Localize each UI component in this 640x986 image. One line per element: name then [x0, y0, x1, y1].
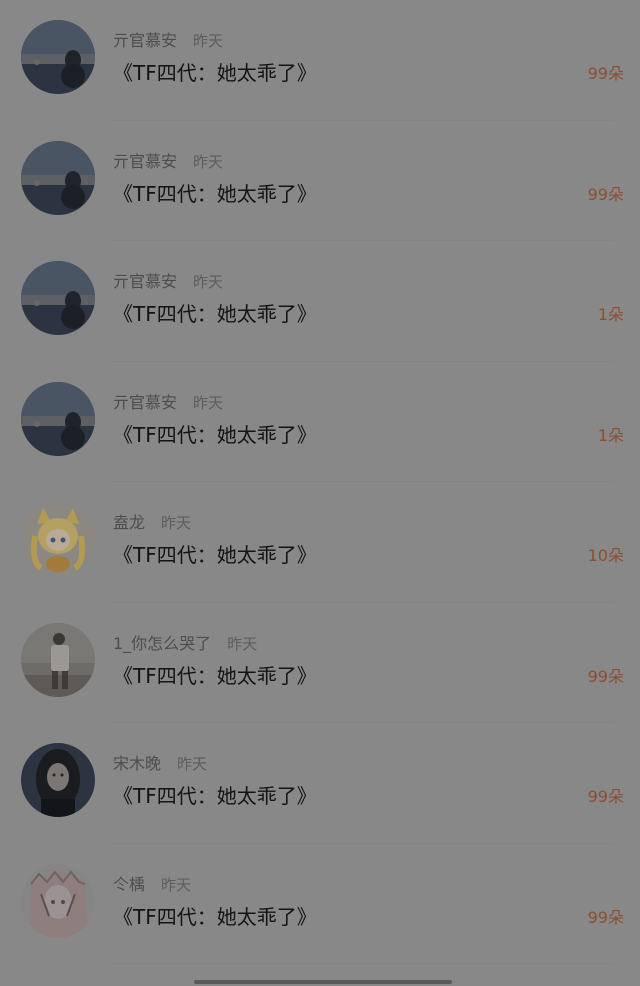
book-title[interactable]: 《TF四代：她太乖了》 — [113, 662, 317, 690]
sender-name[interactable]: 仒楀 — [113, 875, 145, 894]
book-title[interactable]: 《TF四代：她太乖了》 — [113, 782, 317, 810]
book-title[interactable]: 《TF四代：她太乖了》 — [113, 300, 317, 328]
avatar[interactable] — [21, 622, 95, 697]
timestamp: 昨天 — [193, 273, 224, 291]
flower-count: 10朵 — [587, 546, 624, 565]
flower-count: 99朵 — [587, 64, 624, 83]
sender-name[interactable]: 亓官慕安 — [113, 31, 177, 50]
book-title[interactable]: 《TF四代：她太乖了》 — [113, 180, 317, 208]
timestamp: 昨天 — [161, 514, 192, 532]
sender-name[interactable]: 盍龙 — [113, 513, 145, 532]
book-title[interactable]: 《TF四代：她太乖了》 — [113, 903, 317, 931]
sender-meta: 亓官慕安 昨天 — [113, 271, 223, 293]
avatar[interactable] — [21, 261, 95, 335]
avatar[interactable] — [21, 863, 95, 938]
list-item[interactable]: 1_你怎么哭了 昨天《TF四代：她太乖了》 99朵 — [0, 603, 640, 724]
avatar[interactable] — [21, 502, 95, 576]
sender-name[interactable]: 1_你怎么哭了 — [113, 634, 211, 653]
timestamp: 昨天 — [227, 634, 258, 653]
list-item[interactable]: 宋木晚 昨天《TF四代：她太乖了》 99朵 — [0, 723, 640, 844]
timestamp: 昨天 — [161, 875, 192, 894]
list-item[interactable]: 盍龙 昨天《TF四代：她太乖了》 10朵 — [0, 482, 640, 603]
timestamp: 昨天 — [177, 755, 208, 773]
flower-count: 99朵 — [587, 907, 624, 927]
flower-count: 1朵 — [597, 425, 624, 445]
book-title[interactable]: 《TF四代：她太乖了》 — [113, 541, 317, 569]
avatar[interactable] — [21, 743, 95, 817]
flower-count: 99朵 — [587, 184, 624, 204]
book-title[interactable]: 《TF四代：她太乖了》 — [113, 59, 317, 87]
home-indicator — [194, 980, 452, 984]
sender-name[interactable]: 宋木晚 — [113, 754, 161, 773]
list-item[interactable]: 亓官慕安 昨天《TF四代：她太乖了》 99朵 — [0, 0, 640, 121]
sender-meta: 盍龙 昨天 — [113, 512, 191, 534]
flower-count: 1朵 — [597, 305, 624, 324]
sender-meta: 宋木晚 昨天 — [113, 753, 207, 775]
book-title[interactable]: 《TF四代：她太乖了》 — [113, 421, 317, 449]
list-item[interactable]: 亓官慕安 昨天《TF四代：她太乖了》 99朵 — [0, 121, 640, 242]
gift-record-list: 亓官慕安 昨天 《TF四代：她太乖了》 99朵 亓官慕安 昨天 《TF四代：她太乖了》 99朵… — [0, 0, 640, 964]
list-item[interactable]: 亓官慕安 昨天《TF四代：她太乖了》 1朵 — [0, 241, 640, 362]
sender-name[interactable]: 亓官慕安 — [113, 393, 177, 412]
flower-count: 99朵 — [587, 666, 624, 686]
timestamp: 昨天 — [193, 32, 224, 50]
list-item[interactable]: 仒楀 昨天《TF四代：她太乖了》 99朵 — [0, 844, 640, 965]
timestamp: 昨天 — [193, 393, 224, 412]
flower-count: 99朵 — [587, 787, 624, 806]
sender-name[interactable]: 亓官慕安 — [113, 152, 177, 171]
sender-meta: 亓官慕安 昨天 — [113, 30, 223, 52]
sender-meta: 亓官慕安 昨天 — [113, 151, 223, 173]
avatar[interactable] — [21, 140, 95, 215]
sender-meta: 亓官慕安 昨天 — [113, 392, 223, 414]
sender-meta: 仒楀 昨天 — [113, 874, 191, 896]
list-item[interactable]: 亓官慕安 昨天《TF四代：她太乖了》 1朵 — [0, 362, 640, 483]
sender-meta: 1_你怎么哭了 昨天 — [113, 633, 257, 655]
avatar[interactable] — [21, 20, 95, 94]
timestamp: 昨天 — [193, 152, 224, 171]
sender-name[interactable]: 亓官慕安 — [113, 272, 177, 291]
avatar[interactable] — [21, 381, 95, 456]
